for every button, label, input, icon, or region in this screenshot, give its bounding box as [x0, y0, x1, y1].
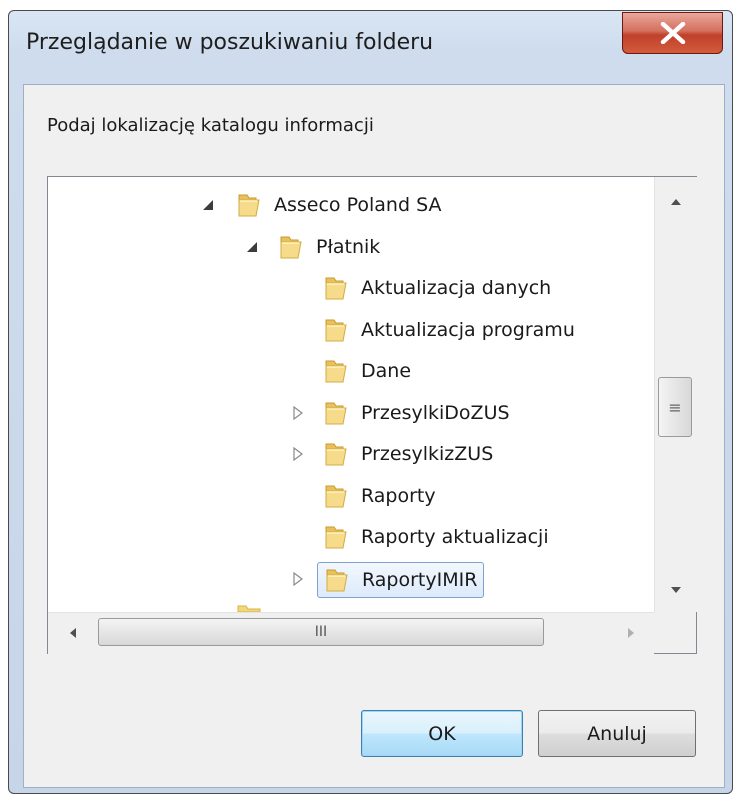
ok-button[interactable]: OK [361, 710, 523, 757]
tree-item-label: Raporty [361, 484, 436, 507]
tree-expand-toggle[interactable] [291, 447, 305, 461]
tree-item[interactable]: Aktualizacja danych [323, 272, 551, 304]
tree-item-label: RaportyIMIR [362, 568, 478, 591]
scroll-grip-icon: ≡ [668, 397, 682, 417]
horizontal-scroll-thumb[interactable]: III [98, 618, 544, 646]
tree-item[interactable]: Raporty [323, 480, 436, 512]
tree-item[interactable]: RaportyIMIR [317, 561, 485, 598]
expanded-triangle-icon [203, 200, 213, 210]
horizontal-scrollbar[interactable]: III [48, 612, 654, 654]
window-title: Przeglądanie w poszukiwaniu folderu [26, 30, 434, 55]
folder-icon [325, 277, 347, 300]
folder-icon [325, 402, 347, 424]
tree-item[interactable]: Raporty aktualizacji [323, 521, 549, 553]
folder-icon [325, 443, 347, 466]
tree-item-label: Aktualizacja programu [361, 318, 575, 341]
tree-item-label: Raporty aktualizacji [361, 526, 549, 548]
tree-item-label: Płatnik [316, 235, 381, 258]
scroll-left-arrow-icon [70, 628, 76, 638]
folder-icon [326, 569, 348, 591]
tree-expand-toggle[interactable] [291, 571, 305, 586]
folder-icon [325, 319, 347, 341]
vertical-scrollbar[interactable]: ≡ [654, 177, 697, 612]
tree-item-label: Aktualizacja danych [361, 277, 552, 299]
scrollbar-corner [654, 612, 696, 653]
tree-item[interactable]: Asseco Poland SA [236, 189, 441, 221]
tree-item[interactable]: Dane [323, 355, 411, 387]
scroll-up-arrow-icon [671, 199, 681, 205]
tree-collapse-toggle[interactable] [245, 240, 259, 254]
cancel-button[interactable]: Anuluj [538, 710, 696, 757]
folder-icon [325, 360, 347, 383]
scroll-right-arrow-icon [628, 628, 634, 638]
tree-item-label: Dane [361, 360, 412, 382]
expanded-triangle-icon [247, 241, 257, 252]
folder-icon [325, 485, 347, 507]
scroll-down-arrow-icon [671, 587, 681, 593]
folder-icon [238, 194, 260, 217]
scroll-grip-icon: III [314, 624, 328, 640]
close-x-icon [660, 22, 685, 44]
folder-icon [280, 236, 302, 258]
tree-item-label: PrzesylkiDoZUS [361, 401, 510, 424]
dialog-prompt: Podaj lokalizację katalogu informacji [47, 115, 374, 136]
scroll-down-button[interactable] [655, 575, 697, 605]
close-button[interactable] [622, 12, 723, 54]
tree-item-label: Asseco Poland SA [274, 194, 442, 216]
tree-item[interactable]: Aktualizacja programu [323, 314, 575, 346]
scroll-up-button[interactable] [655, 187, 697, 217]
scroll-right-button[interactable] [616, 619, 646, 647]
folder-icon-partial [237, 605, 261, 612]
tree-item[interactable]: PrzesylkizZUS [323, 438, 493, 470]
tree-collapse-toggle[interactable] [201, 198, 215, 212]
tree-item[interactable]: Płatnik [278, 231, 380, 263]
tree-expand-toggle[interactable] [291, 405, 305, 420]
collapsed-triangle-icon [293, 571, 303, 586]
scroll-left-button[interactable] [58, 619, 88, 647]
collapsed-triangle-icon [293, 447, 303, 461]
collapsed-triangle-icon [293, 405, 303, 420]
vertical-scroll-thumb[interactable]: ≡ [658, 377, 692, 437]
tree-item-label: PrzesylkizZUS [361, 443, 494, 465]
tree-item[interactable]: PrzesylkiDoZUS [323, 397, 510, 429]
folder-icon [325, 526, 347, 549]
